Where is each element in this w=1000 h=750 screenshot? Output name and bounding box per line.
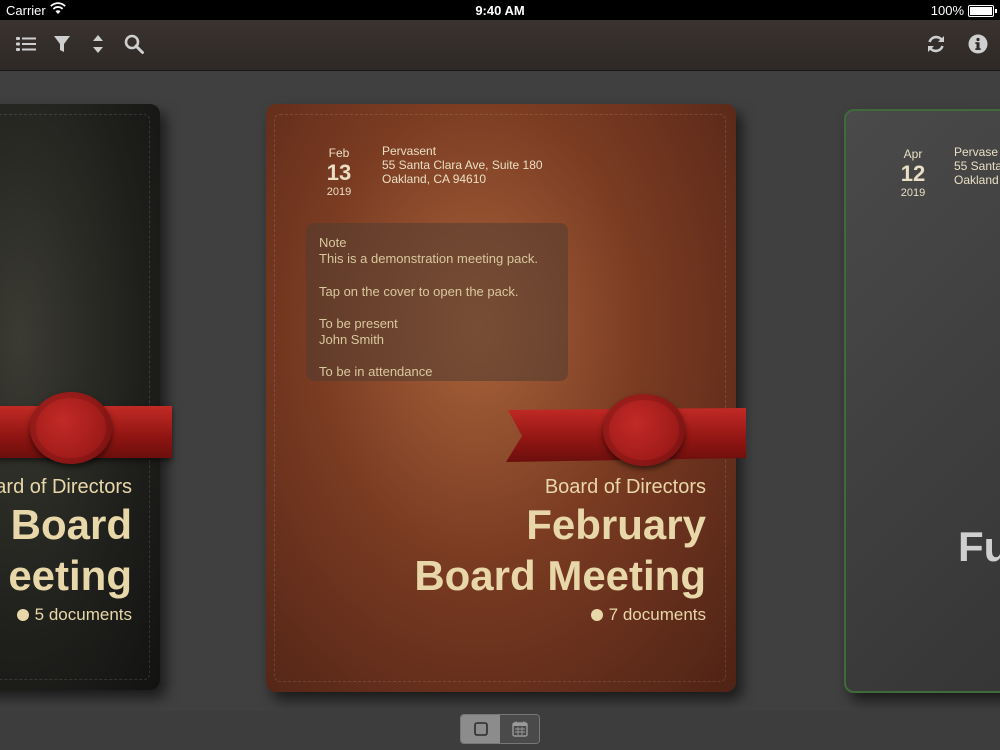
- note-line: To be in attendance: [319, 364, 433, 380]
- meeting-pack-cover[interactable]: ard of Directors Board eeting 5 document…: [0, 104, 172, 690]
- date-month: Apr: [903, 147, 923, 161]
- address-line2: 55 Santa: [954, 159, 1000, 173]
- note-heading: Note: [319, 235, 347, 250]
- cover-subtitle: ard of Directors: [0, 476, 132, 498]
- meeting-address: Pervasent 55 Santa Clara Ave, Suite 180 …: [382, 144, 543, 186]
- status-bar: Carrier 9:40 AM 100%: [0, 0, 1000, 20]
- note-line: Tap on the cover to open the pack.: [319, 283, 519, 299]
- wax-seal: [603, 394, 685, 466]
- document-count: 5 documents: [0, 605, 132, 625]
- address-line2: 55 Santa Clara Ave, Suite 180: [382, 158, 543, 172]
- meeting-pack-cover-february[interactable]: Feb 13 2019 Pervasent 55 Santa Clara Ave…: [266, 104, 746, 692]
- cover-title-line2: Board Meeting: [414, 552, 706, 599]
- list-icon[interactable]: [12, 30, 40, 58]
- date-year: 2019: [326, 186, 352, 198]
- date-year: 2019: [900, 187, 926, 199]
- clock: 9:40 AM: [475, 3, 525, 18]
- meeting-address: Pervase 55 Santa Oakland: [954, 145, 1000, 187]
- cover-text: ard of Directors Board eeting 5 document…: [0, 476, 132, 625]
- address-line3: Oakland: [954, 173, 999, 187]
- document-count: 7 documents: [414, 605, 706, 625]
- meeting-date: Feb 13 2019: [314, 146, 364, 198]
- meeting-pack-cover[interactable]: Apr 12 2019 Pervase 55 Santa Oakland Fu: [844, 109, 1000, 693]
- date-day: 12: [900, 161, 926, 186]
- date-month: Feb: [328, 146, 350, 160]
- date-day: 13: [326, 160, 352, 185]
- battery-icon: [968, 5, 997, 17]
- filter-icon[interactable]: [48, 30, 76, 58]
- battery-percent: 100%: [930, 3, 964, 18]
- cover-carousel[interactable]: ard of Directors Board eeting 5 document…: [0, 71, 1000, 711]
- cover-text: Board of Directors February Board Meetin…: [414, 476, 706, 625]
- note-panel[interactable]: Note This is a demonstration meeting pac…: [306, 223, 568, 381]
- address-line1: Pervasent: [382, 144, 437, 158]
- cover-title-line1: February: [526, 501, 706, 548]
- cover-title-partial: Fu: [958, 523, 1000, 570]
- note-line: This is a demonstration meeting pack.: [319, 251, 538, 267]
- info-icon[interactable]: [964, 30, 992, 58]
- wax-seal: [30, 392, 112, 464]
- note-line: To be present: [319, 315, 398, 331]
- address-line1: Pervase: [954, 145, 999, 159]
- note-line: John Smith: [319, 332, 385, 348]
- document-dot-icon: [590, 609, 603, 621]
- address-line3: Oakland, CA 94610: [382, 172, 487, 186]
- document-dot-icon: [16, 609, 29, 621]
- meeting-date: Apr 12 2019: [888, 147, 938, 199]
- calendar-view-icon[interactable]: [500, 715, 539, 743]
- refresh-icon[interactable]: [922, 30, 950, 58]
- sort-icon[interactable]: [84, 30, 112, 58]
- cover-subtitle: Board of Directors: [544, 476, 706, 498]
- cover-title-line1: Board: [10, 501, 132, 548]
- search-icon[interactable]: [120, 30, 148, 58]
- view-toggle[interactable]: [460, 714, 540, 744]
- cover-view-icon[interactable]: [461, 715, 500, 743]
- cover-title-line2: eeting: [8, 552, 132, 599]
- toolbar: [0, 20, 1000, 71]
